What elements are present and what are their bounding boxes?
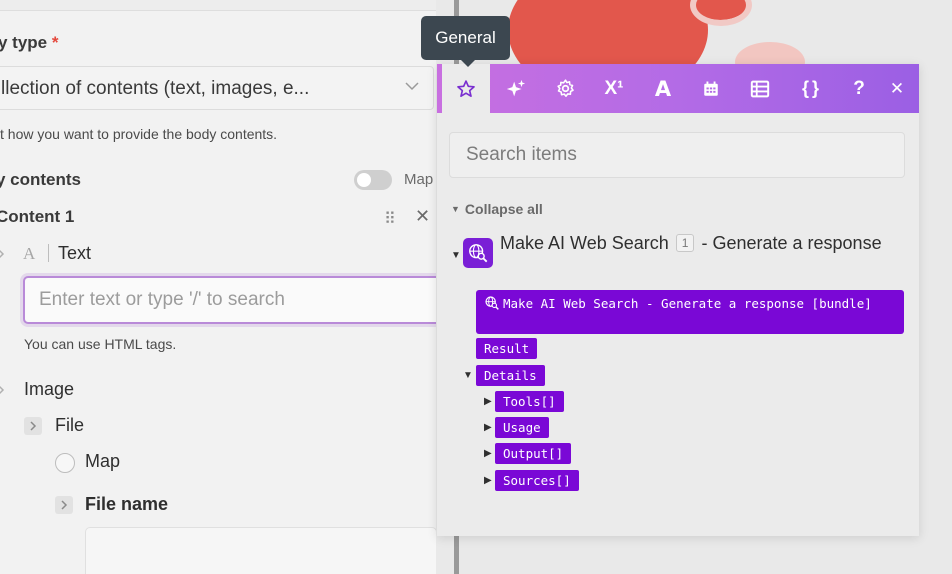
- file-label: File: [55, 415, 85, 435]
- body-type-label: y type *: [0, 33, 59, 53]
- map-radio[interactable]: [55, 453, 75, 473]
- star-icon: [457, 79, 475, 97]
- close-icon: ✕: [889, 78, 905, 98]
- module-action: - Generate a response: [701, 233, 882, 253]
- body-type-select-value: llection of contents (text, images, e...: [1, 78, 310, 99]
- text-field-hint: You can use HTML tags.: [24, 336, 177, 352]
- mapping-toolbar: X¹ A { } ? ✕: [437, 64, 919, 113]
- tab-json[interactable]: { }: [786, 64, 834, 113]
- tab-settings[interactable]: [541, 64, 589, 113]
- text-field-input[interactable]: [23, 276, 436, 324]
- module-title: Make AI Web Search 1 - Generate a respon…: [500, 232, 900, 254]
- chevron-right-icon[interactable]: [0, 383, 6, 397]
- content-item-title: Content 1: [0, 207, 75, 226]
- chevron-right-icon: [30, 421, 37, 431]
- body-type-hint: t how you want to provide the body conte…: [0, 126, 278, 142]
- help-button[interactable]: ?: [839, 64, 879, 113]
- item-tools[interactable]: Tools[]: [495, 391, 564, 412]
- item-usage-label: Usage: [503, 420, 541, 435]
- tab-math[interactable]: X¹: [590, 64, 638, 113]
- file-name-label: File name: [85, 494, 169, 514]
- required-marker: *: [51, 33, 59, 52]
- general-tooltip: General: [421, 16, 510, 67]
- tab-ai[interactable]: [492, 64, 540, 113]
- bundle-item[interactable]: Make AI Web Search - Generate a response…: [476, 290, 904, 334]
- braces-icon: { }: [801, 78, 819, 98]
- mapping-panel: X¹ A { } ? ✕ Search items ▼ Collapse all…: [437, 64, 919, 536]
- map-toggle[interactable]: [354, 170, 392, 190]
- panel-top-strip: [0, 0, 436, 11]
- module-name: Make AI Web Search: [500, 233, 669, 253]
- calendar-icon: [704, 81, 718, 96]
- file-name-expand-button[interactable]: [55, 496, 73, 514]
- caret-down-icon[interactable]: ▼: [463, 370, 473, 381]
- body-contents-label: y contents: [0, 170, 82, 189]
- item-sources[interactable]: Sources[]: [495, 470, 579, 491]
- chevron-right-icon: [61, 500, 68, 510]
- item-output[interactable]: Output[]: [495, 443, 572, 464]
- tab-text[interactable]: A: [639, 64, 687, 113]
- search-items-input[interactable]: [449, 132, 905, 178]
- tab-array[interactable]: [736, 64, 784, 113]
- globe-search-icon: [484, 295, 500, 318]
- sparkle-icon: [506, 79, 526, 96]
- module-settings-panel: y type * llection of contents (text, ima…: [0, 0, 436, 574]
- chevron-down-icon: [405, 82, 419, 91]
- file-expand-button[interactable]: [24, 417, 42, 435]
- map-radio-label: Map: [85, 451, 121, 471]
- file-name-input[interactable]: [85, 527, 436, 574]
- tooltip-text: General: [435, 28, 496, 47]
- body-type-select[interactable]: llection of contents (text, images, e...: [0, 66, 434, 110]
- text-type-icon: A: [23, 244, 36, 263]
- gear-icon: [556, 79, 574, 97]
- web-search-module-icon: [463, 238, 493, 268]
- module-id-badge: 1: [675, 234, 695, 252]
- close-button[interactable]: ✕: [877, 64, 917, 113]
- item-result[interactable]: Result: [476, 338, 538, 359]
- caret-right-icon[interactable]: ▶: [484, 475, 492, 486]
- map-toggle-label: Map: [404, 171, 434, 188]
- caret-down-icon: ▼: [451, 204, 460, 214]
- item-details[interactable]: Details: [476, 365, 545, 386]
- item-usage[interactable]: Usage: [495, 417, 549, 438]
- drag-handle-icon[interactable]: ⠿: [384, 209, 396, 229]
- collapse-all-label: Collapse all: [464, 201, 543, 217]
- chevron-right-icon[interactable]: [0, 247, 6, 261]
- item-details-label: Details: [484, 368, 537, 383]
- image-section-label: Image: [24, 379, 75, 399]
- table-icon: [750, 80, 770, 97]
- tab-general[interactable]: [442, 64, 490, 113]
- item-tools-label: Tools[]: [503, 394, 556, 409]
- caret-down-icon[interactable]: ▼: [451, 250, 461, 261]
- label-separator: [48, 244, 49, 262]
- body-type-label-text: y type: [0, 33, 48, 52]
- caret-right-icon[interactable]: ▶: [484, 396, 492, 407]
- collapse-all-button[interactable]: ▼ Collapse all: [451, 201, 543, 217]
- text-field-label: Text: [58, 243, 92, 263]
- bundle-label: Make AI Web Search - Generate a response…: [503, 296, 872, 311]
- tab-date[interactable]: [687, 64, 735, 113]
- item-sources-label: Sources[]: [503, 473, 571, 488]
- help-icon: ?: [853, 77, 865, 99]
- text-icon: A: [654, 76, 672, 101]
- globe-search-icon: [469, 244, 488, 263]
- item-result-label: Result: [484, 341, 530, 356]
- superscript-icon: X¹: [604, 77, 624, 99]
- remove-item-icon[interactable]: ✕: [415, 206, 430, 227]
- item-output-label: Output[]: [503, 446, 564, 461]
- caret-right-icon[interactable]: ▶: [484, 422, 492, 433]
- caret-right-icon[interactable]: ▶: [484, 448, 492, 459]
